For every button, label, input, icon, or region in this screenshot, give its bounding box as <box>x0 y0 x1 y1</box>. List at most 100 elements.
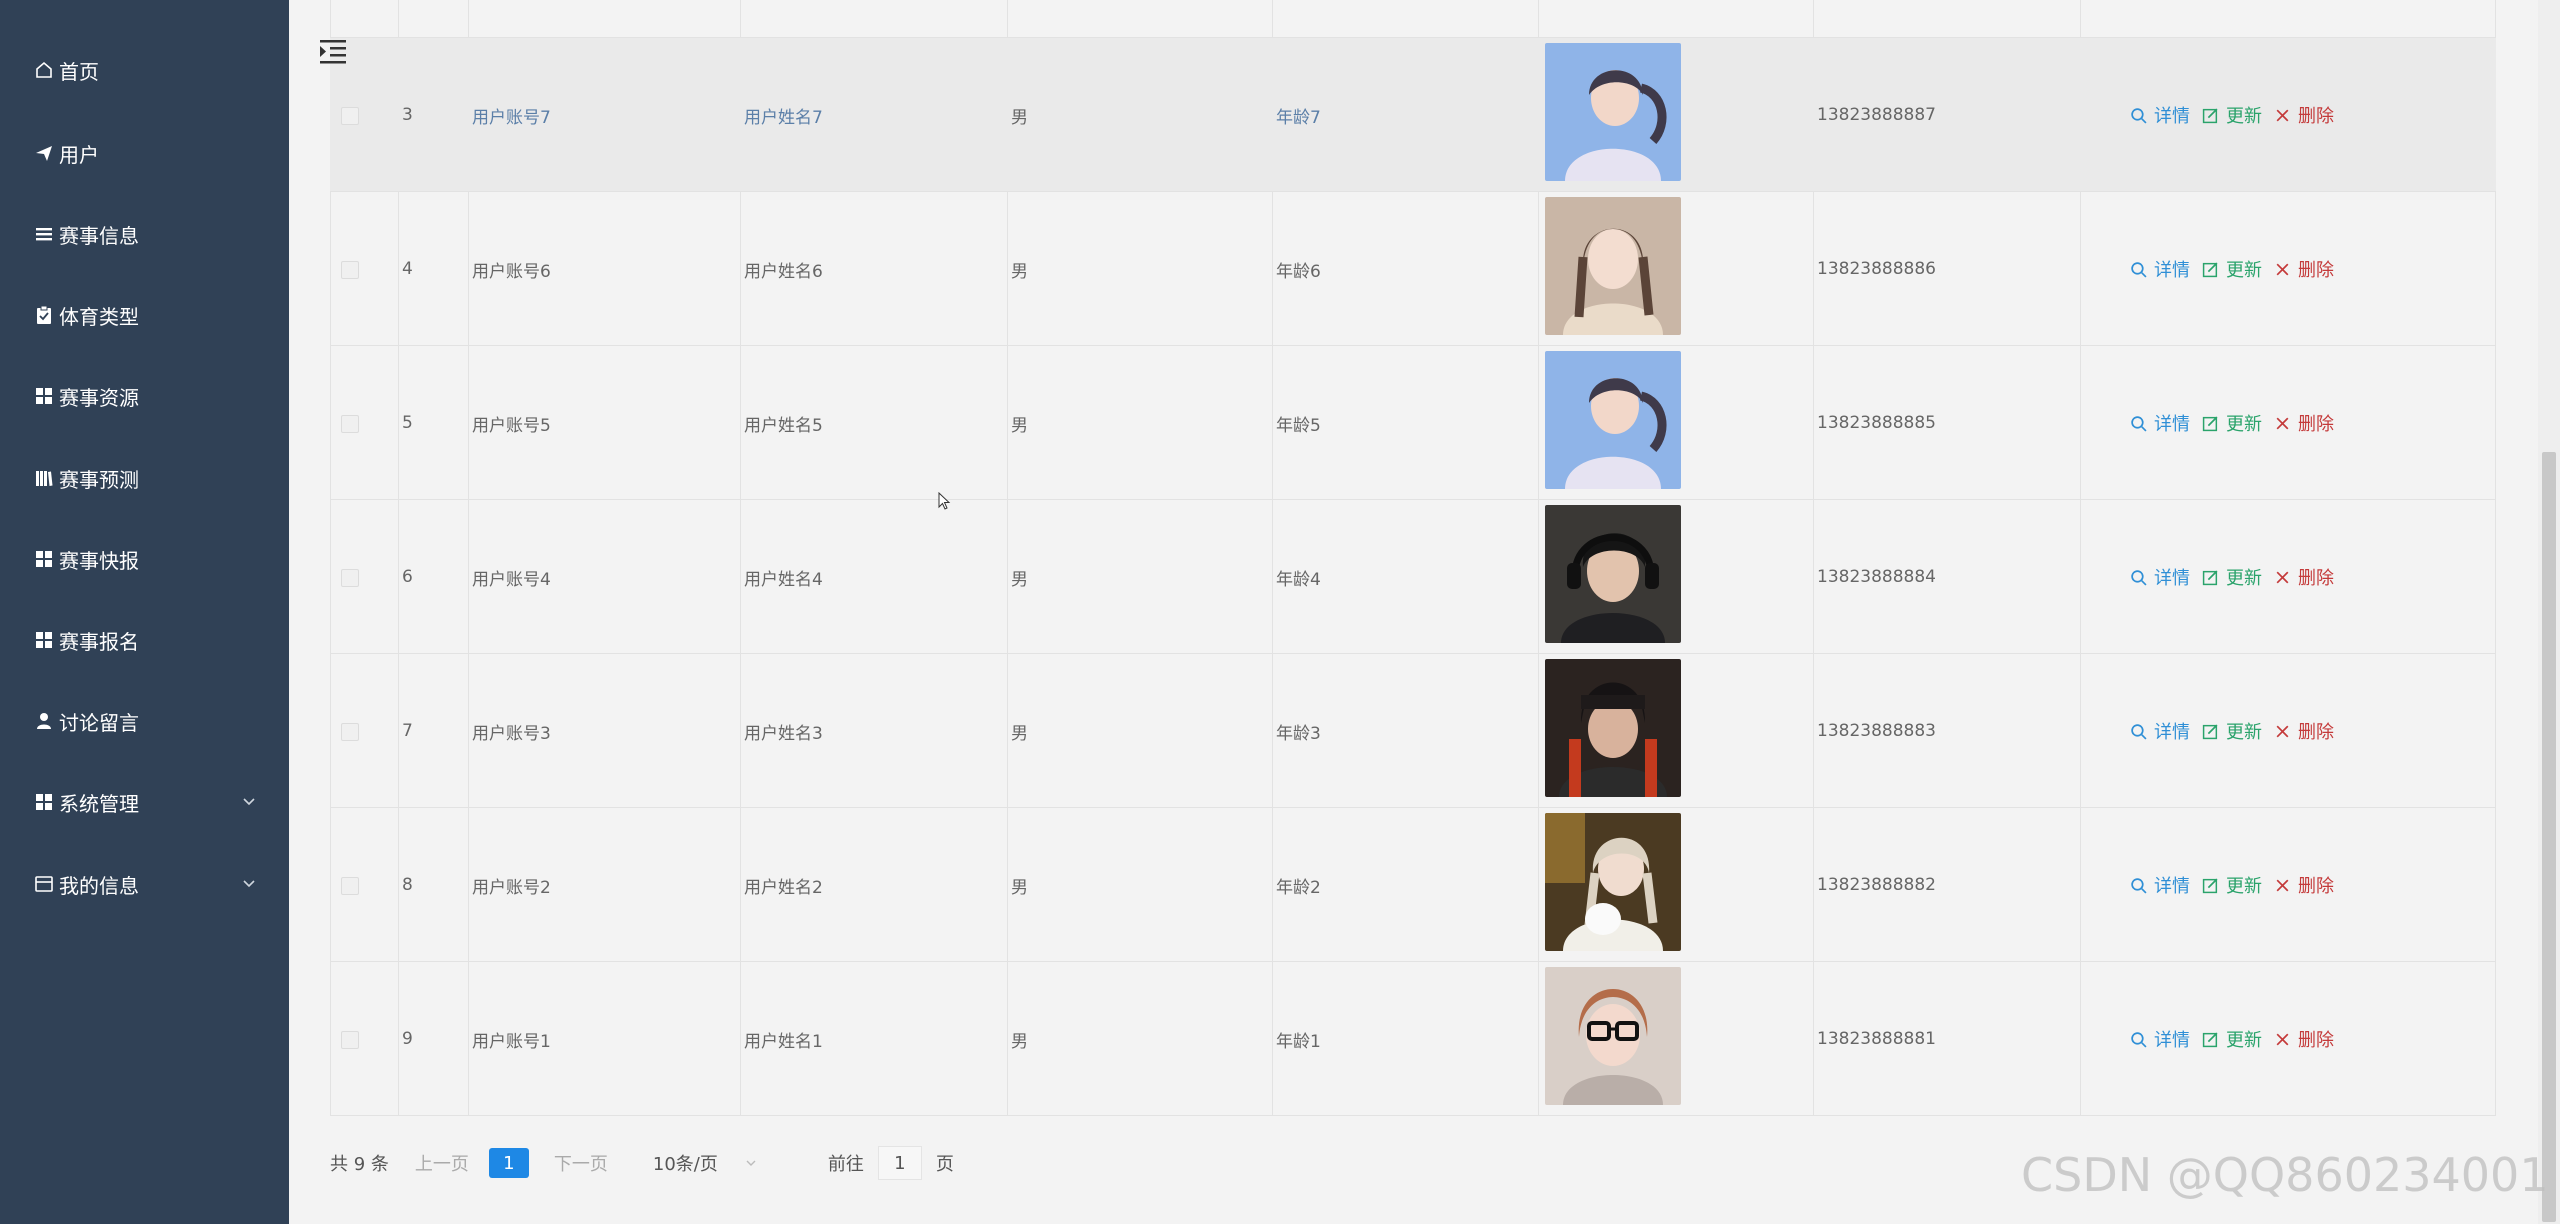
next-page-button[interactable]: 下一页 <box>554 1150 608 1176</box>
detail-button[interactable]: 详情 <box>2130 872 2190 898</box>
sidebar-item-label: 赛事报名 <box>59 629 139 654</box>
row-index: 4 <box>402 259 413 279</box>
delete-button[interactable]: 删除 <box>2274 1026 2334 1052</box>
delete-button[interactable]: 删除 <box>2274 872 2334 898</box>
user-age: 年龄3 <box>1276 723 1321 744</box>
page-size-value: 10条/页 <box>652 1154 718 1175</box>
main-content: 3 用户账号7 用户姓名7 男 年龄7 13823888887 详情 更新 删除… <box>289 0 2560 1224</box>
avatar <box>1545 967 1681 1105</box>
chevron-down-icon <box>243 880 255 888</box>
prev-page-button[interactable]: 上一页 <box>415 1150 469 1176</box>
goto-suffix: 页 <box>935 1154 954 1175</box>
row-checkbox[interactable] <box>341 723 359 741</box>
row-actions: 详情 更新 删除 <box>2130 962 2346 1116</box>
delete-button[interactable]: 删除 <box>2274 102 2334 128</box>
sidebar-item-label: 赛事资源 <box>59 385 139 410</box>
update-button[interactable]: 更新 <box>2202 1026 2262 1052</box>
chevron-down-icon <box>746 1160 756 1166</box>
detail-button[interactable]: 详情 <box>2130 256 2190 282</box>
sidebar-item-event-prediction[interactable]: 赛事预测 <box>0 448 289 508</box>
watermark: CSDN @QQ860234001 <box>2021 1148 2549 1202</box>
sidebar-item-event-news[interactable]: 赛事快报 <box>0 529 289 589</box>
row-checkbox[interactable] <box>341 569 359 587</box>
sidebar-item-label: 赛事快报 <box>59 548 139 573</box>
sidebar-item-discussion[interactable]: 讨论留言 <box>0 691 289 751</box>
scrollbar-thumb[interactable] <box>2542 452 2556 1222</box>
row-index: 6 <box>402 567 413 587</box>
user-age: 年龄6 <box>1276 261 1321 282</box>
edit-icon <box>2202 724 2218 739</box>
grid-icon <box>33 548 55 570</box>
sidebar-item-event-resource[interactable]: 赛事资源 <box>0 366 289 426</box>
update-button[interactable]: 更新 <box>2202 410 2262 436</box>
page-scrollbar[interactable] <box>2538 0 2560 1224</box>
search-icon <box>2131 107 2147 124</box>
user-phone: 13823888883 <box>1817 721 1936 741</box>
user-name: 用户姓名7 <box>744 107 823 128</box>
row-checkbox[interactable] <box>341 107 359 125</box>
user-gender: 男 <box>1011 261 1028 282</box>
goto-page-input[interactable] <box>877 1146 922 1180</box>
row-actions: 详情 更新 删除 <box>2130 808 2346 962</box>
user-account: 用户账号1 <box>472 1031 551 1052</box>
update-button[interactable]: 更新 <box>2202 102 2262 128</box>
avatar <box>1545 43 1681 181</box>
update-button[interactable]: 更新 <box>2202 872 2262 898</box>
page-number-button[interactable]: 1 <box>488 1148 529 1178</box>
user-age: 年龄7 <box>1276 107 1321 128</box>
search-icon <box>2131 569 2147 586</box>
user-phone: 13823888881 <box>1817 1029 1936 1049</box>
page-size-select[interactable]: 10条/页 <box>653 1150 758 1176</box>
menu-collapse-icon[interactable] <box>318 38 348 66</box>
row-checkbox[interactable] <box>341 261 359 279</box>
row-checkbox[interactable] <box>341 1031 359 1049</box>
table-row[interactable]: 3 用户账号7 用户姓名7 男 年龄7 13823888887 详情 更新 删除 <box>330 38 2496 192</box>
detail-button[interactable]: 详情 <box>2130 718 2190 744</box>
detail-button[interactable]: 详情 <box>2130 102 2190 128</box>
sidebar-item-my-info[interactable]: 我的信息 <box>0 854 289 914</box>
user-name: 用户姓名4 <box>744 569 823 590</box>
table-row[interactable]: 9 用户账号1 用户姓名1 男 年龄1 13823888881 详情 更新 删除 <box>330 962 2496 1116</box>
user-name: 用户姓名3 <box>744 723 823 744</box>
detail-button[interactable]: 详情 <box>2130 564 2190 590</box>
update-button[interactable]: 更新 <box>2202 718 2262 744</box>
delete-button[interactable]: 删除 <box>2274 718 2334 744</box>
table-row[interactable]: 6 用户账号4 用户姓名4 男 年龄4 13823888884 详情 更新 删除 <box>330 500 2496 654</box>
user-age: 年龄1 <box>1276 1031 1321 1052</box>
sidebar-item-home[interactable]: 首页 <box>0 40 289 100</box>
window-icon <box>33 873 55 895</box>
avatar <box>1545 351 1681 489</box>
user-phone: 13823888882 <box>1817 875 1936 895</box>
table-row[interactable]: 4 用户账号6 用户姓名6 男 年龄6 13823888886 详情 更新 删除 <box>330 192 2496 346</box>
table-row[interactable]: 5 用户账号5 用户姓名5 男 年龄5 13823888885 详情 更新 删除 <box>330 346 2496 500</box>
row-checkbox[interactable] <box>341 415 359 433</box>
row-checkbox[interactable] <box>341 877 359 895</box>
close-icon <box>2276 109 2289 121</box>
pagination-total: 共 9 条 <box>330 1154 389 1175</box>
sidebar-item-event-signup[interactable]: 赛事报名 <box>0 610 289 670</box>
delete-button[interactable]: 删除 <box>2274 564 2334 590</box>
avatar <box>1545 659 1681 797</box>
user-gender: 男 <box>1011 877 1028 898</box>
table-row-partial <box>330 0 2496 38</box>
sidebar-item-user[interactable]: 用户 <box>0 123 289 183</box>
sidebar-item-event-info[interactable]: 赛事信息 <box>0 204 289 264</box>
update-button[interactable]: 更新 <box>2202 256 2262 282</box>
update-button[interactable]: 更新 <box>2202 564 2262 590</box>
delete-button[interactable]: 删除 <box>2274 256 2334 282</box>
detail-button[interactable]: 详情 <box>2130 1026 2190 1052</box>
send-icon <box>33 142 55 164</box>
sidebar-item-label: 我的信息 <box>59 873 139 898</box>
delete-button[interactable]: 删除 <box>2274 410 2334 436</box>
search-icon <box>2131 1031 2147 1048</box>
sidebar-item-system-manage[interactable]: 系统管理 <box>0 772 289 832</box>
edit-icon <box>2202 878 2218 893</box>
sidebar: 首页 用户 赛事信息 体育类型 赛事资源 赛事预测 赛事快报 赛事报名 讨论留言… <box>0 0 289 1224</box>
user-account: 用户账号2 <box>472 877 551 898</box>
mouse-cursor-icon <box>938 492 951 510</box>
sidebar-item-sport-type[interactable]: 体育类型 <box>0 285 289 345</box>
table-row[interactable]: 7 用户账号3 用户姓名3 男 年龄3 13823888883 详情 更新 删除 <box>330 654 2496 808</box>
table-row[interactable]: 8 用户账号2 用户姓名2 男 年龄2 13823888882 详情 更新 删除 <box>330 808 2496 962</box>
detail-button[interactable]: 详情 <box>2130 410 2190 436</box>
close-icon <box>2276 725 2289 737</box>
